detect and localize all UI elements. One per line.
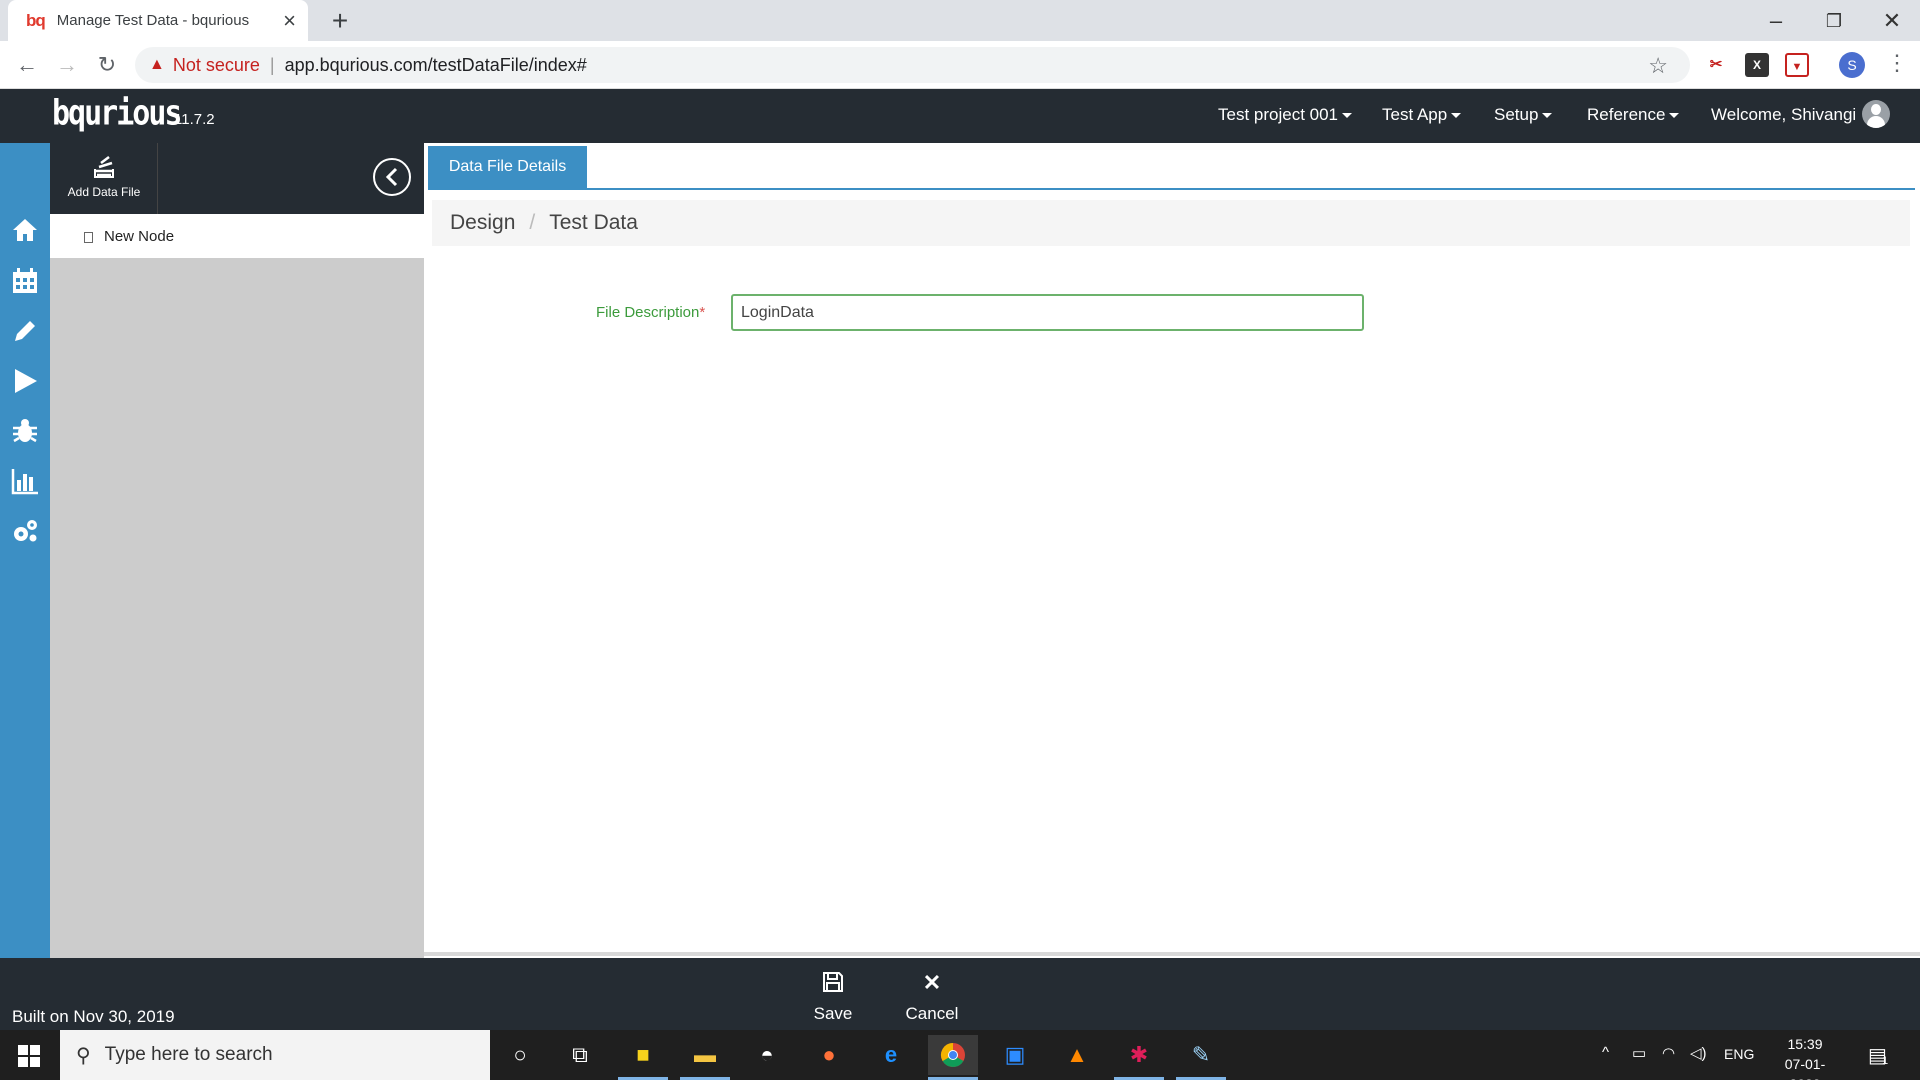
back-icon[interactable]: ← — [11, 49, 43, 81]
restore-icon[interactable]: ❐ — [1810, 3, 1858, 39]
close-icon: ✕ — [922, 970, 942, 995]
zoom-icon[interactable]: ▣ — [990, 1035, 1040, 1075]
extension-icon[interactable]: ✂ — [1704, 53, 1728, 77]
file-description-label-text: File Description — [596, 304, 700, 321]
tree-panel-empty — [50, 258, 424, 958]
horizontal-scrollbar[interactable] — [424, 952, 1920, 956]
welcome-user[interactable]: Welcome, Shivangi — [1711, 105, 1856, 125]
url-separator: | — [269, 54, 275, 75]
tab-data-file-details[interactable]: Data File Details — [428, 146, 587, 188]
tree-node-label[interactable]: New Node — [104, 228, 174, 245]
battery-icon[interactable]: ▭ — [1632, 1044, 1646, 1062]
file-description-input[interactable] — [731, 294, 1364, 331]
edge-icon[interactable]: e — [866, 1035, 916, 1075]
search-icon: ⚲ — [76, 1044, 91, 1067]
bqurious-favicon-icon: bq — [26, 10, 46, 30]
save-icon — [793, 970, 873, 998]
breadcrumb-test-data: Test Data — [549, 211, 638, 234]
add-data-file-label: Add Data File — [67, 185, 141, 199]
wifi-icon[interactable]: ◠ — [1662, 1044, 1675, 1062]
home-icon[interactable] — [10, 215, 40, 245]
play-icon[interactable] — [10, 366, 40, 396]
tray-chevron-icon[interactable]: ^ — [1602, 1044, 1609, 1061]
cancel-label: Cancel — [905, 1004, 959, 1023]
add-data-file-button[interactable]: Add Data File — [50, 143, 158, 214]
bqurious-logo[interactable]: bqurious — [52, 93, 182, 133]
url-text[interactable]: app.bqurious.com/testDataFile/index# — [285, 55, 587, 76]
taskbar-search[interactable]: ⚲ Type here to search — [60, 1030, 490, 1080]
bar-chart-icon[interactable] — [10, 466, 40, 496]
cancel-button[interactable]: ✕ Cancel — [892, 970, 972, 1024]
menu-project[interactable]: Test project 001 — [1218, 105, 1352, 125]
save-button[interactable]: Save — [793, 970, 873, 1024]
taskbar-search-placeholder: Type here to search — [104, 1044, 273, 1065]
tab-title: Manage Test Data - bqurious — [56, 12, 250, 29]
save-label: Save — [813, 1004, 853, 1023]
notification-count: 1 — [1882, 1055, 1889, 1067]
app-version: 11.7.2 — [174, 111, 215, 128]
menu-test-app[interactable]: Test App — [1382, 105, 1461, 125]
breadcrumb-design[interactable]: Design — [450, 211, 515, 235]
clock-date: 07-01-2020 — [1784, 1056, 1826, 1080]
bug-icon[interactable] — [10, 416, 40, 446]
profile-avatar[interactable]: S — [1839, 52, 1865, 78]
bookmark-star-icon[interactable]: ☆ — [1648, 53, 1668, 79]
breadcrumb-separator: / — [529, 211, 536, 234]
taskbar-clock[interactable]: 15:39 07-01-2020 — [1770, 1034, 1840, 1080]
menu-reference[interactable]: Reference — [1587, 105, 1679, 125]
browser-tab[interactable]: bq Manage Test Data - bqurious × — [8, 0, 308, 41]
notification-center-icon[interactable]: ▤ 1 — [1868, 1043, 1889, 1068]
chrome-icon[interactable] — [928, 1035, 978, 1075]
cortana-icon[interactable]: ○ — [495, 1035, 545, 1075]
slack-icon[interactable]: ✱ — [1114, 1035, 1164, 1075]
extension-x-icon[interactable]: X — [1745, 53, 1769, 77]
file-explorer-icon[interactable]: ▬ — [680, 1035, 730, 1075]
clock-time: 15:39 — [1787, 1036, 1823, 1052]
user-avatar-icon[interactable] — [1862, 100, 1890, 128]
calendar-icon[interactable] — [10, 266, 40, 296]
collapse-panel-button[interactable] — [373, 158, 411, 196]
sticky-notes-icon[interactable]: ■ — [618, 1035, 668, 1075]
breadcrumb: Design / Test Data — [432, 200, 1910, 246]
warning-icon: ▲ — [149, 56, 165, 73]
firefox-icon[interactable]: ● — [804, 1035, 854, 1075]
minimize-icon[interactable]: – — [1752, 3, 1800, 39]
chrome-menu-icon[interactable]: ⋮ — [1886, 50, 1908, 76]
stack-icon — [94, 156, 114, 178]
required-marker: * — [699, 304, 706, 321]
settings-gears-icon[interactable] — [10, 516, 40, 546]
window-close-icon[interactable]: ✕ — [1868, 3, 1916, 39]
new-tab-icon[interactable]: + — [325, 5, 355, 37]
browser-toolbar: ← → ↻ ▲ Not secure | app.bqurious.com/te… — [0, 41, 1920, 89]
pocket-extension-icon[interactable]: ▼ — [1785, 53, 1809, 77]
close-tab-icon[interactable]: × — [283, 8, 296, 34]
task-view-icon[interactable]: ⧉ — [555, 1035, 605, 1075]
address-bar[interactable]: ▲ Not secure | app.bqurious.com/testData… — [135, 47, 1690, 83]
pencil-icon[interactable] — [10, 316, 40, 346]
not-secure-label[interactable]: Not secure — [173, 55, 260, 76]
paint-icon[interactable]: ✎ — [1176, 1035, 1226, 1075]
file-icon — [84, 232, 93, 243]
build-info: Built on Nov 30, 2019 — [12, 1007, 175, 1026]
windows-start-icon[interactable] — [18, 1045, 40, 1067]
menu-setup[interactable]: Setup — [1494, 105, 1552, 125]
file-description-label: File Description* — [596, 304, 705, 321]
photos-app-icon[interactable]: ◓ — [742, 1035, 792, 1075]
reload-icon[interactable]: ↻ — [91, 49, 123, 81]
language-indicator[interactable]: ENG — [1724, 1046, 1754, 1062]
vlc-icon[interactable]: ▲ — [1052, 1035, 1102, 1075]
tab-underline — [428, 188, 1915, 190]
forward-icon[interactable]: → — [51, 49, 83, 81]
volume-icon[interactable]: ◁) — [1690, 1044, 1707, 1062]
chevron-left-icon — [385, 167, 398, 187]
